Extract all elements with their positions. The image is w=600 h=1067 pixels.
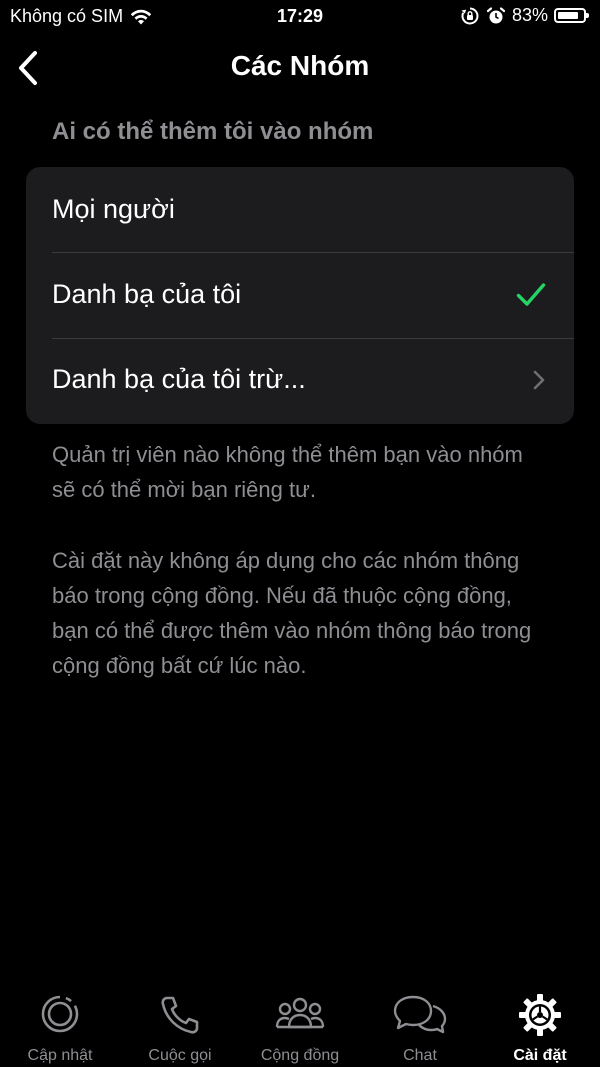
status-left: Không có SIM <box>10 6 153 27</box>
tab-communities[interactable]: Cộng đồng <box>240 993 360 1067</box>
option-everyone[interactable]: Mọi người <box>26 167 574 252</box>
tab-label: Cài đặt <box>513 1047 567 1064</box>
battery-icon <box>554 8 589 23</box>
carrier-text: Không có SIM <box>10 6 124 26</box>
options-group: Mọi người Danh bạ của tôi Danh bạ của tô… <box>26 167 574 424</box>
checkmark-icon <box>516 282 546 306</box>
back-button[interactable] <box>10 48 46 88</box>
section-header: Ai có thể thêm tôi vào nhóm <box>52 118 374 145</box>
page-title: Các Nhóm <box>230 50 370 81</box>
chevron-left-icon <box>19 51 37 85</box>
footnote-community: Cài đặt này không áp dụng cho các nhóm t… <box>52 548 532 678</box>
settings-gear-icon <box>519 994 561 1036</box>
tab-label: Chat <box>403 1047 437 1064</box>
tab-updates[interactable]: Cập nhật <box>0 993 120 1067</box>
option-my-contacts-except[interactable]: Danh bạ của tôi trừ... <box>26 337 574 422</box>
navigation-bar: Các Nhóm <box>0 34 600 98</box>
tab-label: Cuộc gọi <box>148 1047 212 1064</box>
chat-icon <box>393 995 447 1034</box>
option-my-contacts[interactable]: Danh bạ của tôi <box>26 252 574 337</box>
footnote-admin-invite: Quản trị viên nào không thể thêm bạn vào… <box>52 442 523 502</box>
tab-label: Cập nhật <box>27 1047 93 1064</box>
wifi-icon <box>130 9 152 24</box>
orientation-lock-icon <box>461 7 479 24</box>
communities-icon <box>275 997 325 1029</box>
option-label: Danh bạ của tôi trừ... <box>52 364 306 394</box>
battery-fill <box>558 12 578 19</box>
tab-settings[interactable]: Cài đặt <box>480 993 600 1067</box>
tab-bar: Cập nhật Cuộc gọi Cộng đồng Chat Cài đặt <box>0 993 600 1067</box>
selected-accessory <box>516 252 546 337</box>
tab-chat[interactable]: Chat <box>360 993 480 1067</box>
phone-icon <box>161 996 199 1034</box>
disclosure-accessory <box>532 337 546 422</box>
alarm-icon <box>486 6 506 23</box>
updates-icon <box>41 995 79 1033</box>
tab-label: Cộng đồng <box>260 1047 340 1064</box>
status-bar: Không có SIM 17:29 83% <box>0 0 600 34</box>
option-label: Mọi người <box>52 194 175 224</box>
battery-percent: 83% <box>511 5 548 25</box>
status-right: 83% <box>454 5 589 26</box>
tab-calls[interactable]: Cuộc gọi <box>120 993 240 1067</box>
chevron-right-icon <box>533 370 545 389</box>
option-label: Danh bạ của tôi <box>52 279 242 309</box>
